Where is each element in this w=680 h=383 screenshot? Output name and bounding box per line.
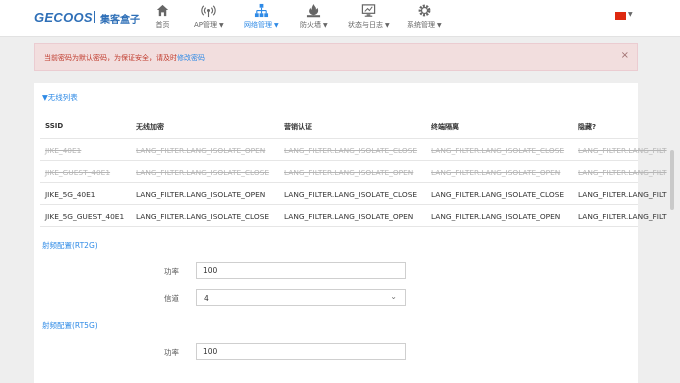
chevron-down-icon: ▼ [219,22,224,29]
chevron-down-icon: ▼ [437,22,442,29]
top-navigation-bar: GECOOS 集客盒子 首页 AP管理 ▼ 网络管理 ▼ 防火墙 ▼ 状态与日志 ▼ [0,0,680,37]
change-password-link[interactable]: 修改密码 [177,54,205,62]
marketing-auth-cell: LANG_FILTER.LANG_ISOLATE_CLOSE [284,190,418,199]
column-header-ssid: SSID [45,122,64,130]
table-divider [40,226,638,227]
alert-message: 当前密码为默认密码，为保证安全，请及时修改密码 [44,53,205,63]
isolation-cell: LANG_FILTER.LANG_ISOLATE_CLOSE [431,146,565,155]
channel-2g-value: 4 [204,294,209,303]
brand-logo[interactable]: GECOOS [34,10,93,25]
chevron-down-icon: ▼ [323,22,328,29]
table-divider [40,138,638,139]
logo-divider [94,11,95,23]
nav-label: 网络管理 [244,21,272,29]
table-divider [40,182,638,183]
column-header-encryption: 无线加密 [136,123,164,131]
home-icon [155,3,170,18]
language-flag-icon[interactable] [615,12,626,20]
table-scrollbar[interactable] [670,150,674,210]
power-5g-input[interactable] [196,343,406,360]
nav-item-status-logs[interactable]: 状态与日志 ▼ [348,3,390,30]
column-header-hidden: 隐藏? [578,123,597,131]
marketing-auth-cell: LANG_FILTER.LANG_ISOLATE_OPEN [284,168,414,177]
nav-item-network-management[interactable]: 网络管理 ▼ [244,3,279,30]
encryption-cell: LANG_FILTER.LANG_ISOLATE_CLOSE [136,212,270,221]
chevron-down-icon: ⌄ [390,292,397,301]
hidden-cell: LANG_FILTER.LANG_FILT [578,146,667,155]
main-panel [34,83,638,383]
column-header-marketing-auth: 营销认证 [284,123,312,131]
close-icon[interactable]: × [621,50,629,61]
nav-item-firewall[interactable]: 防火墙 ▼ [300,3,328,30]
wifi-antenna-icon [194,3,224,18]
nav-label: 系统管理 [407,21,435,29]
ssid-cell: JIKE_5G_40E1 [45,190,96,199]
radio-5g-title: 射频配置(RT5G) [42,321,98,330]
isolation-cell: LANG_FILTER.LANG_ISOLATE_OPEN [431,168,561,177]
ssid-cell: JIKE_5G_GUEST_40E1 [45,212,125,221]
hidden-cell: LANG_FILTER.LANG_FILT [578,212,667,221]
ssid-cell: JIKE_40E1 [45,146,82,155]
column-header-isolation: 终端隔离 [431,123,459,131]
table-divider [40,160,638,161]
radio-2g-title: 射频配置(RT2G) [42,241,98,250]
default-password-alert: 当前密码为默认密码，为保证安全，请及时修改密码 × [34,43,638,71]
nav-label: 首页 [155,21,170,29]
encryption-cell: LANG_FILTER.LANG_ISOLATE_OPEN [136,146,266,155]
table-divider [40,204,638,205]
chevron-down-icon[interactable]: ▼ [628,11,633,18]
chevron-down-icon: ▼ [385,22,390,29]
network-tree-icon [244,3,279,18]
nav-item-home[interactable]: 首页 [155,3,170,30]
power-label: 功率 [164,348,179,357]
isolation-cell: LANG_FILTER.LANG_ISOLATE_OPEN [431,212,561,221]
nav-label: AP管理 [194,21,218,29]
alert-text: 当前密码为默认密码，为保证安全，请及时 [44,54,177,62]
hidden-cell: LANG_FILTER.LANG_FILT [578,190,667,199]
gear-icon [407,3,442,18]
power-label: 功率 [164,267,179,276]
monitor-icon [348,3,390,18]
brand-name: 集客盒子 [100,15,140,26]
encryption-cell: LANG_FILTER.LANG_ISOLATE_CLOSE [136,168,270,177]
marketing-auth-cell: LANG_FILTER.LANG_ISOLATE_OPEN [284,212,414,221]
channel-label: 信道 [164,294,179,303]
isolation-cell: LANG_FILTER.LANG_ISOLATE_CLOSE [431,190,565,199]
chevron-down-icon: ▼ [274,22,279,29]
marketing-auth-cell: LANG_FILTER.LANG_ISOLATE_CLOSE [284,146,418,155]
hidden-cell: LANG_FILTER.LANG_FILT [578,168,667,177]
wireless-list-toggle[interactable]: ▼无线列表 [42,92,78,103]
power-2g-input[interactable] [196,262,406,279]
encryption-cell: LANG_FILTER.LANG_ISOLATE_OPEN [136,190,266,199]
channel-2g-select[interactable]: 4 ⌄ [196,289,406,306]
nav-label: 防火墙 [300,21,321,29]
nav-item-system-management[interactable]: 系统管理 ▼ [407,3,442,30]
firewall-icon [300,3,328,18]
nav-item-ap-management[interactable]: AP管理 ▼ [194,3,224,30]
nav-label: 状态与日志 [348,21,383,29]
ssid-cell: JIKE_GUEST_40E1 [45,168,111,177]
